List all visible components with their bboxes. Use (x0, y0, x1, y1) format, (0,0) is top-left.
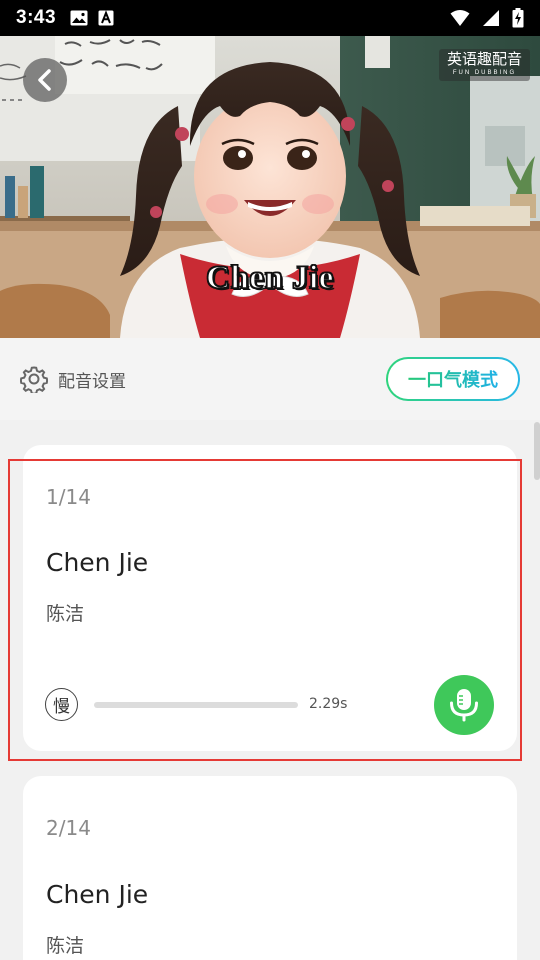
sentence-duration: 2.29s (309, 696, 348, 712)
video-subtitle: Chen Jie (205, 259, 334, 297)
wifi-icon (450, 10, 470, 26)
settings-label: 配音设置 (58, 371, 126, 392)
battery-charging-icon (512, 8, 524, 28)
dubbing-settings-button[interactable]: 配音设置 (20, 365, 126, 393)
watermark-logo: 英语趣配音 FUN DUBBING (439, 49, 530, 81)
sentence-card[interactable]: 1/14 Chen Jie 陈洁 慢 2.29s (23, 445, 517, 751)
signal-icon (483, 10, 499, 26)
sentence-card[interactable]: 2/14 Chen Jie 陈洁 (23, 776, 517, 960)
scrollbar[interactable] (534, 422, 540, 480)
sentence-chinese: 陈洁 (46, 935, 85, 957)
slow-speed-button[interactable]: 慢 (45, 688, 78, 721)
sentence-english: Chen Jie (46, 880, 149, 909)
sentence-list[interactable]: 1/14 Chen Jie 陈洁 慢 2.29s 2/14 Chen Jie 陈… (0, 420, 540, 960)
gear-icon (20, 366, 48, 393)
sentence-english: Chen Jie (46, 548, 149, 577)
back-button[interactable] (23, 58, 67, 102)
chevron-left-icon (38, 69, 51, 91)
watermark-sub: FUN DUBBING (452, 70, 517, 76)
settings-bar: 配音设置 一口气模式 (0, 338, 540, 420)
record-button[interactable] (434, 675, 494, 735)
microphone-icon (450, 689, 478, 722)
mode-button-label: 一口气模式 (408, 366, 498, 392)
status-bar: 3:43 (0, 0, 540, 36)
status-time: 3:43 (16, 7, 57, 28)
sentence-chinese: 陈洁 (46, 603, 85, 625)
image-icon (70, 10, 88, 26)
playback-progress-bar[interactable] (94, 702, 298, 708)
text-a-icon (98, 10, 114, 26)
sentence-index: 1/14 (46, 485, 91, 509)
sentence-index: 2/14 (46, 816, 91, 840)
one-breath-mode-button[interactable]: 一口气模式 (386, 357, 520, 401)
watermark-main: 英语趣配音 (446, 50, 522, 68)
video-player[interactable]: 英语趣配音 FUN DUBBING Chen Jie (0, 36, 540, 338)
